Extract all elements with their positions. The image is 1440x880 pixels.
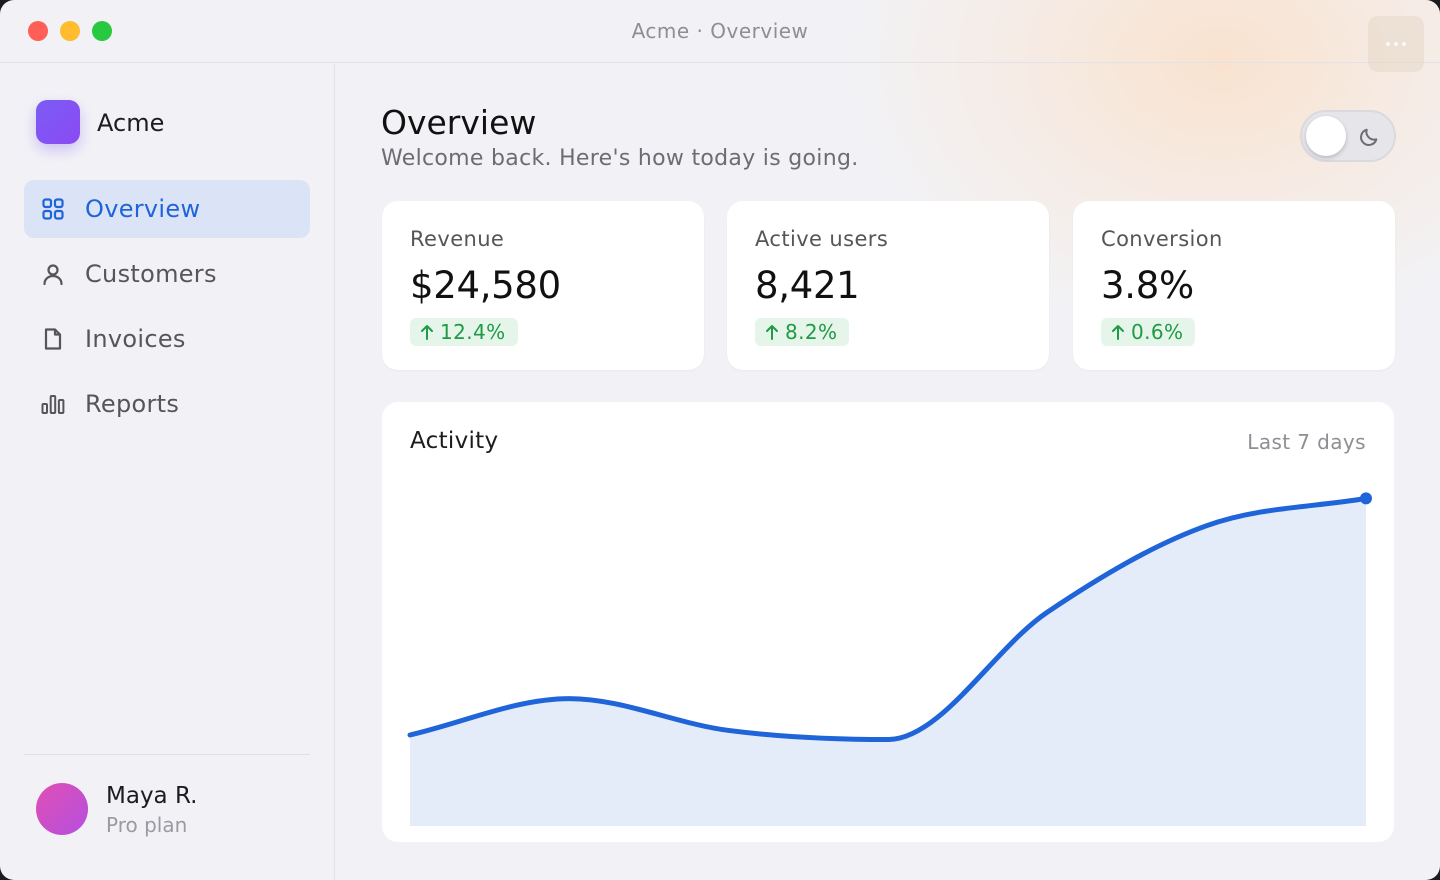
grid-icon [41, 197, 65, 221]
sidebar-item-overview[interactable]: Overview [24, 180, 310, 238]
title-bar: Acme · Overview [0, 0, 1440, 72]
stat-change-value: 12.4% [440, 320, 506, 344]
stat-card-revenue: Revenue $24,580 12.4% [382, 201, 704, 370]
document-icon [41, 327, 65, 351]
stat-card-conversion: Conversion 3.8% 0.6% [1073, 201, 1395, 370]
stat-change-badge: 0.6% [1101, 318, 1196, 346]
sidebar-item-label: Reports [85, 390, 180, 418]
stat-change-badge: 12.4% [410, 318, 518, 346]
arrow-up-icon [421, 325, 433, 340]
page-title: Overview [381, 103, 537, 142]
brand-name: Acme [97, 109, 165, 137]
more-dot [1394, 42, 1398, 46]
activity-area-fill [410, 498, 1366, 826]
stat-change-value: 8.2% [785, 320, 838, 344]
user-icon [41, 262, 65, 286]
stat-card-active-users: Active users 8,421 8.2% [727, 201, 1049, 370]
activity-latest-point[interactable] [1360, 492, 1372, 505]
stat-value: 3.8% [1101, 264, 1194, 307]
sidebar-item-invoices[interactable]: Invoices [24, 310, 310, 368]
toggle-knob [1306, 116, 1346, 156]
arrow-up-icon [1112, 325, 1124, 340]
sidebar-item-label: Invoices [85, 325, 186, 353]
stat-value: 8,421 [755, 264, 860, 307]
activity-chart [407, 492, 1372, 826]
activity-card: Activity Last 7 days [382, 402, 1394, 842]
sidebar-item-label: Customers [85, 260, 217, 288]
theme-toggle[interactable] [1300, 110, 1396, 162]
activity-title: Activity [410, 428, 499, 454]
more-dot [1402, 42, 1406, 46]
more-dots-icon [1386, 42, 1390, 46]
stat-change-value: 0.6% [1131, 320, 1184, 344]
user-plan: Pro plan [106, 813, 188, 837]
stat-label: Revenue [410, 227, 505, 251]
brand-logo[interactable] [36, 100, 80, 144]
app-window: Acme · Overview Acme Overview Customers … [0, 0, 1440, 880]
window-title: Acme · Overview [631, 19, 809, 43]
stat-change-badge: 8.2% [755, 318, 850, 346]
sidebar-divider [24, 754, 310, 755]
more-options-button[interactable] [1368, 16, 1424, 72]
moon-icon [1360, 128, 1378, 146]
activity-range-label[interactable]: Last 7 days [1247, 430, 1366, 454]
stat-value: $24,580 [410, 264, 561, 307]
arrow-up-icon [766, 325, 778, 340]
sidebar-item-reports[interactable]: Reports [24, 375, 310, 433]
bar-chart-icon [41, 392, 65, 416]
sidebar-item-label: Overview [85, 195, 201, 223]
user-name: Maya R. [106, 783, 198, 809]
stat-label: Conversion [1101, 227, 1223, 251]
page-subtitle: Welcome back. Here's how today is going. [381, 146, 859, 171]
sidebar: Acme Overview Customers Invoices Reports… [0, 64, 335, 880]
sidebar-item-customers[interactable]: Customers [24, 245, 310, 303]
stat-label: Active users [755, 227, 889, 251]
avatar[interactable] [36, 783, 88, 835]
